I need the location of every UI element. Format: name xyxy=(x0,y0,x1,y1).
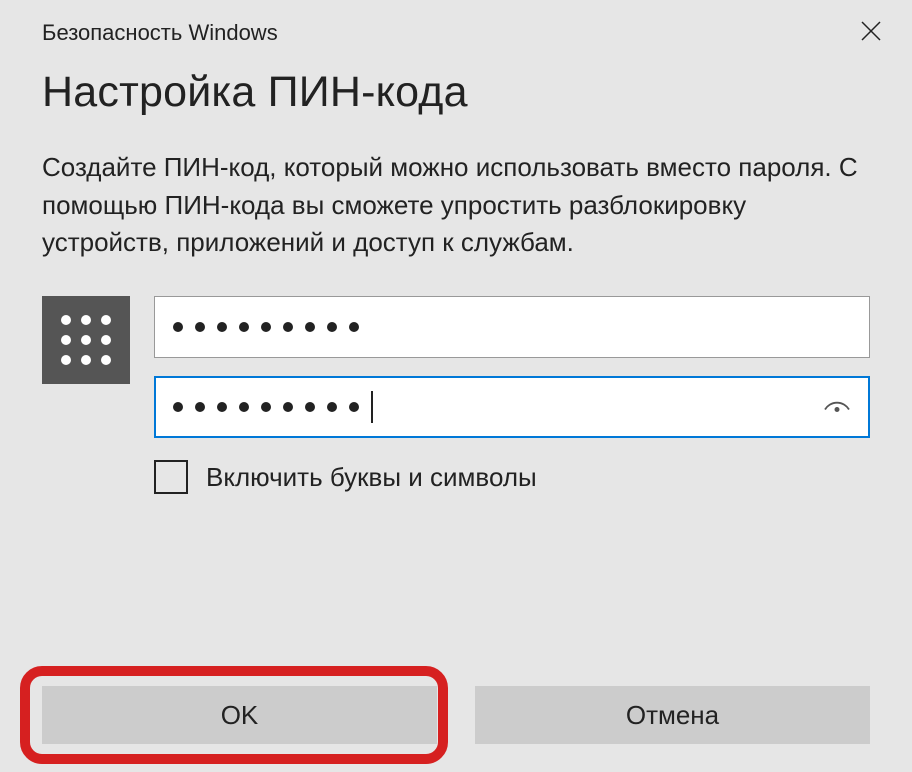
ok-button[interactable]: OK xyxy=(42,686,437,744)
pin-input-new[interactable] xyxy=(154,296,870,358)
keypad-icon xyxy=(42,296,130,384)
pin-section xyxy=(42,296,870,438)
checkbox-row: Включить буквы и символы xyxy=(154,460,870,494)
close-icon[interactable] xyxy=(848,15,894,51)
titlebar: Безопасность Windows xyxy=(0,0,912,52)
titlebar-text: Безопасность Windows xyxy=(42,20,278,46)
include-letters-checkbox[interactable] xyxy=(154,460,188,494)
pin-input-confirm[interactable] xyxy=(154,376,870,438)
dialog-description: Создайте ПИН-код, который можно использо… xyxy=(42,149,862,262)
reveal-password-icon[interactable] xyxy=(822,394,852,421)
dialog-title: Настройка ПИН-кода xyxy=(42,68,870,117)
pin-inputs xyxy=(154,296,870,438)
dialog-content: Настройка ПИН-кода Создайте ПИН-код, кот… xyxy=(0,52,912,494)
cancel-button[interactable]: Отмена xyxy=(475,686,870,744)
checkbox-label: Включить буквы и символы xyxy=(206,462,537,493)
button-row: OK Отмена xyxy=(42,686,870,744)
